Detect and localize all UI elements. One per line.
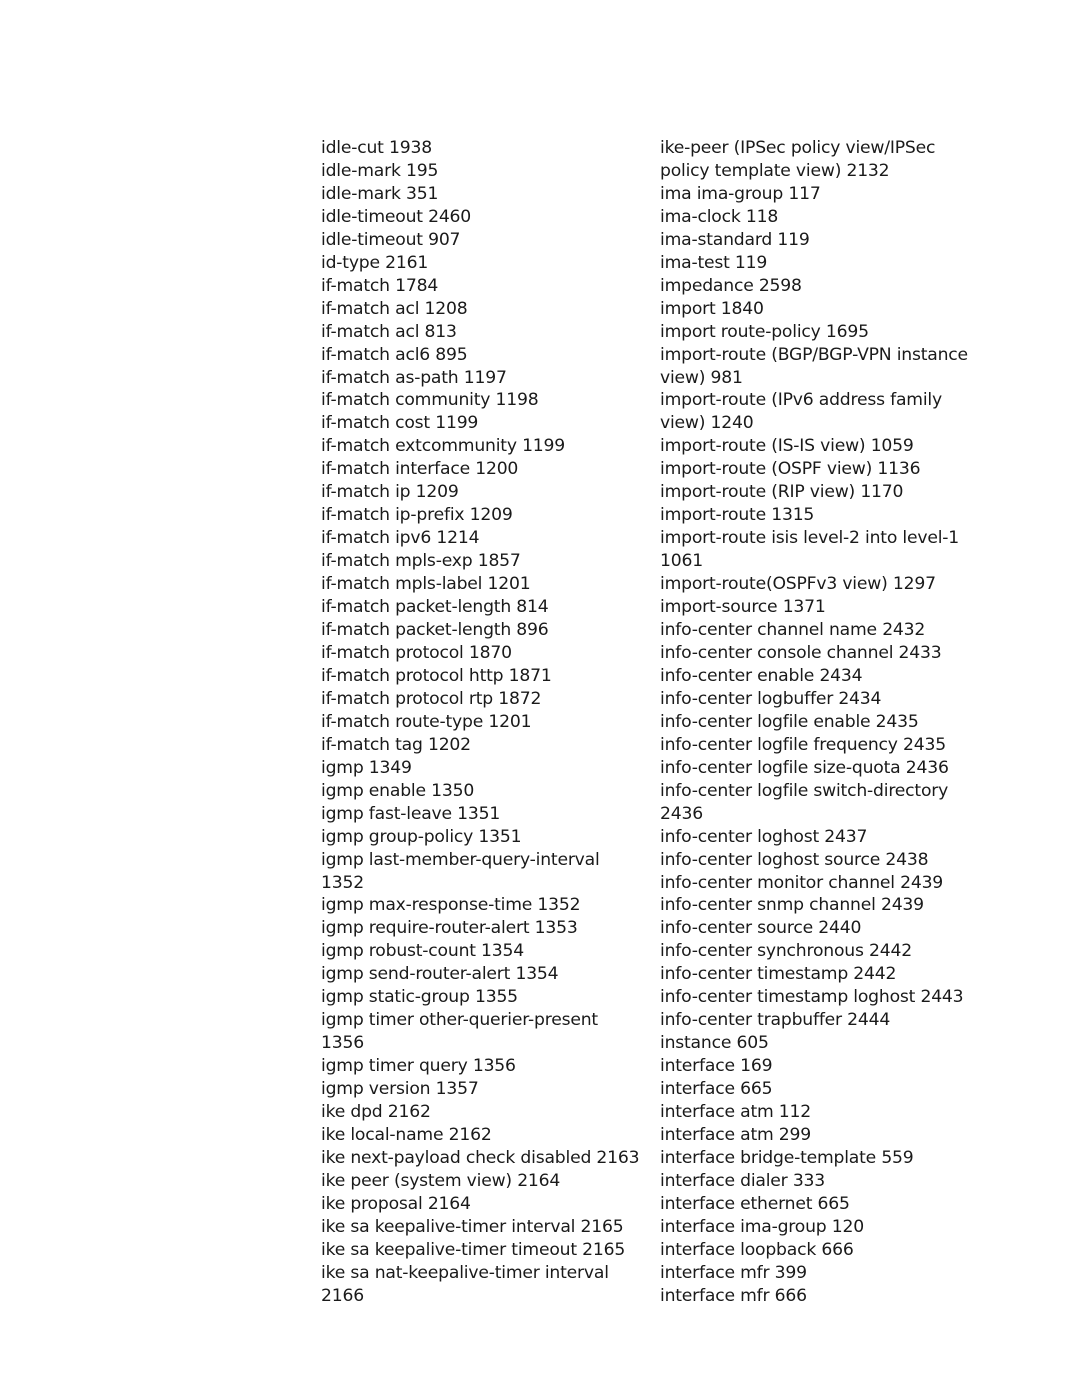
index-entry: ike peer (system view) 2164 bbox=[321, 1170, 561, 1191]
index-entry: ike dpd 2162 bbox=[321, 1102, 431, 1123]
index-entry: igmp version 1357 bbox=[321, 1079, 479, 1100]
index-entry: import-route (RIP view) 1170 bbox=[660, 482, 904, 503]
index-entry: import-route (BGP/BGP-VPN instance view)… bbox=[660, 344, 968, 388]
index-entry: if-match 1784 bbox=[321, 275, 439, 296]
index-entry: info-center timestamp loghost 2443 bbox=[660, 987, 964, 1008]
index-entry: info-center source 2440 bbox=[660, 918, 862, 939]
index-entry: if-match ipv6 1214 bbox=[321, 528, 480, 549]
index-entry: interface 665 bbox=[660, 1079, 773, 1100]
index-entry: ike-peer (IPSec policy view/IPSec policy… bbox=[660, 138, 936, 181]
index-entry: if-match packet-length 896 bbox=[321, 620, 549, 641]
index-entry: igmp group-policy 1351 bbox=[321, 826, 522, 847]
index-entry: if-match tag 1202 bbox=[321, 734, 471, 755]
index-entry: interface ethernet 665 bbox=[660, 1193, 850, 1214]
index-entry: ike sa keepalive-timer interval 2165 bbox=[321, 1216, 624, 1237]
index-entry: if-match extcommunity 1199 bbox=[321, 436, 566, 457]
index-entry: if-match packet-length 814 bbox=[321, 597, 549, 618]
index-column-left: idle-cut 1938 idle-mark 195 idle-mark 351 i… bbox=[321, 137, 641, 1308]
index-entry: info-center console channel 2433 bbox=[660, 642, 942, 663]
index-entry: if-match acl 813 bbox=[321, 321, 457, 342]
index-entry: import route-policy 1695 bbox=[660, 321, 869, 342]
index-entry: igmp require-router-alert 1353 bbox=[321, 918, 578, 939]
index-entry: info-center snmp channel 2439 bbox=[660, 895, 924, 916]
index-entry: if-match route-type 1201 bbox=[321, 711, 532, 732]
index-entry: if-match mpls-exp 1857 bbox=[321, 551, 521, 572]
index-entry: info-center loghost source 2438 bbox=[660, 849, 929, 870]
index-entry: instance 605 bbox=[660, 1033, 769, 1054]
index-entry: interface mfr 399 bbox=[660, 1262, 807, 1283]
index-entry: id-type 2161 bbox=[321, 252, 429, 273]
index-column-right: ike-peer (IPSec policy view/IPSec policy… bbox=[660, 137, 980, 1308]
index-entry: interface atm 299 bbox=[660, 1124, 812, 1145]
index-entry: idle-mark 351 bbox=[321, 183, 439, 204]
index-entry: ike proposal 2164 bbox=[321, 1193, 471, 1214]
index-entry: ima-standard 119 bbox=[660, 229, 810, 250]
index-entry: idle-cut 1938 bbox=[321, 138, 432, 158]
index-entry: igmp timer other-querier-present 1356 bbox=[321, 1010, 598, 1054]
index-entry: ike local-name 2162 bbox=[321, 1124, 492, 1145]
index-entry: interface atm 112 bbox=[660, 1102, 812, 1123]
index-entry: info-center logfile frequency 2435 bbox=[660, 734, 946, 755]
index-entry: if-match protocol http 1871 bbox=[321, 665, 552, 686]
index-entry: info-center monitor channel 2439 bbox=[660, 872, 944, 893]
index-entry: interface loopback 666 bbox=[660, 1239, 854, 1260]
index-entry: import-source 1371 bbox=[660, 597, 826, 618]
index-entry: if-match acl6 895 bbox=[321, 344, 468, 365]
index-entry: import-route(OSPFv3 view) 1297 bbox=[660, 574, 936, 595]
index-entry: if-match ip-prefix 1209 bbox=[321, 505, 513, 526]
index-entry: igmp fast-leave 1351 bbox=[321, 803, 501, 824]
index-entry: igmp timer query 1356 bbox=[321, 1056, 516, 1077]
index-entry: if-match protocol 1870 bbox=[321, 642, 512, 663]
index-entry: interface 169 bbox=[660, 1056, 773, 1077]
index-entry: import 1840 bbox=[660, 298, 764, 319]
index-entry: import-route (IPv6 address family view) … bbox=[660, 390, 942, 434]
index-entry: igmp 1349 bbox=[321, 757, 412, 778]
index-entry: import-route (IS-IS view) 1059 bbox=[660, 436, 914, 457]
index-entry: info-center logbuffer 2434 bbox=[660, 688, 882, 709]
index-entry: ima-test 119 bbox=[660, 252, 768, 273]
index-entry: import-route 1315 bbox=[660, 505, 815, 526]
index-entry: ike sa nat-keepalive-timer interval 2166 bbox=[321, 1262, 609, 1306]
index-entry: if-match ip 1209 bbox=[321, 482, 459, 503]
index-entry: info-center loghost 2437 bbox=[660, 826, 868, 847]
index-entry: info-center timestamp 2442 bbox=[660, 964, 897, 985]
index-entry: igmp send-router-alert 1354 bbox=[321, 964, 559, 985]
index-entry: if-match as-path 1197 bbox=[321, 367, 507, 388]
index-entry: info-center logfile enable 2435 bbox=[660, 711, 919, 732]
index-entry: import-route (OSPF view) 1136 bbox=[660, 459, 921, 480]
index-entry: info-center channel name 2432 bbox=[660, 620, 926, 641]
index-entry: ike next-payload check disabled 2163 bbox=[321, 1147, 640, 1168]
index-entry: igmp enable 1350 bbox=[321, 780, 475, 801]
index-entry: info-center enable 2434 bbox=[660, 665, 863, 686]
index-entry: info-center synchronous 2442 bbox=[660, 941, 912, 962]
index-entry: interface bridge-template 559 bbox=[660, 1147, 914, 1168]
index-entry: import-route isis level-2 into level-1 1… bbox=[660, 528, 960, 572]
index-entry: igmp robust-count 1354 bbox=[321, 941, 524, 962]
index-entry: if-match cost 1199 bbox=[321, 413, 479, 434]
index-entry: ima-clock 118 bbox=[660, 206, 779, 227]
index-entry: impedance 2598 bbox=[660, 275, 802, 296]
index-entry: igmp last-member-query-interval 1352 bbox=[321, 849, 600, 893]
index-entry: idle-timeout 907 bbox=[321, 229, 461, 250]
index-entry: interface mfr 666 bbox=[660, 1285, 807, 1306]
index-entry: if-match mpls-label 1201 bbox=[321, 574, 531, 595]
index-entry: igmp static-group 1355 bbox=[321, 987, 518, 1008]
index-entry: if-match interface 1200 bbox=[321, 459, 519, 480]
index-entry: if-match community 1198 bbox=[321, 390, 539, 411]
index-entry: igmp max-response-time 1352 bbox=[321, 895, 581, 916]
index-entry: if-match acl 1208 bbox=[321, 298, 468, 319]
index-entry: interface ima-group 120 bbox=[660, 1216, 864, 1237]
index-entry: ima ima-group 117 bbox=[660, 183, 821, 204]
index-entry: info-center trapbuffer 2444 bbox=[660, 1010, 891, 1031]
index-entry: if-match protocol rtp 1872 bbox=[321, 688, 542, 709]
index-entry: idle-timeout 2460 bbox=[321, 206, 472, 227]
index-entry: ike sa keepalive-timer timeout 2165 bbox=[321, 1239, 626, 1260]
index-entry: info-center logfile size-quota 2436 bbox=[660, 757, 949, 778]
index-entry: info-center logfile switch-directory 243… bbox=[660, 780, 949, 824]
index-entry: interface dialer 333 bbox=[660, 1170, 826, 1191]
index-entry: idle-mark 195 bbox=[321, 160, 439, 181]
